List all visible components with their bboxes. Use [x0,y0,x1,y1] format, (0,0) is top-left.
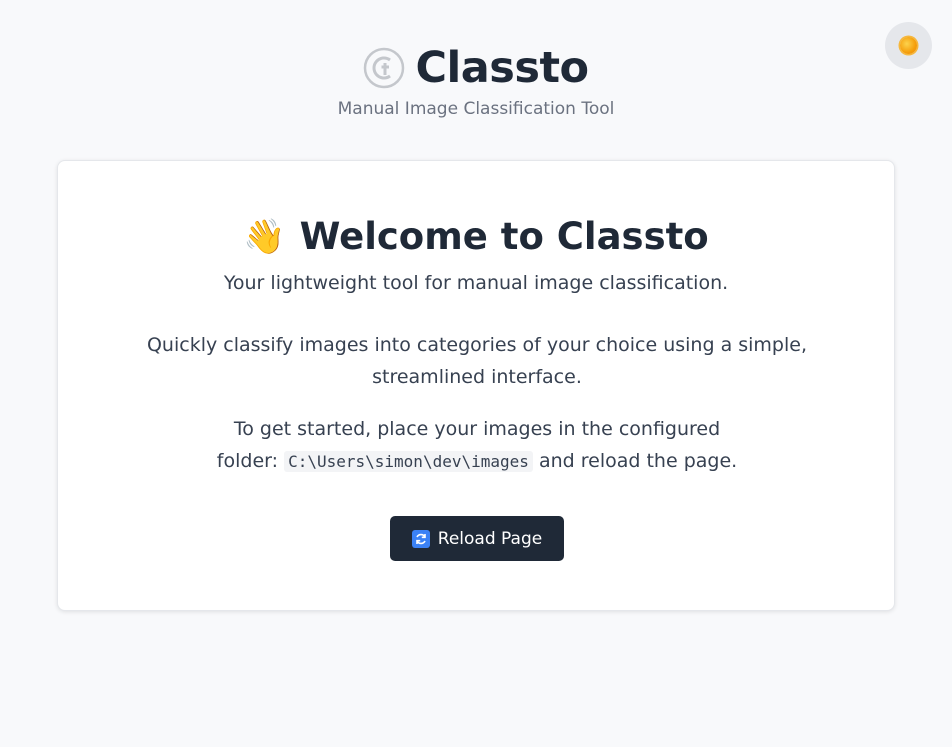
refresh-icon [411,529,430,548]
reload-page-button[interactable]: Reload Page [390,516,564,561]
welcome-heading: 👋 Welcome to Classto [58,213,894,261]
welcome-card: 👋 Welcome to Classto Your lightweight to… [57,160,895,611]
welcome-description: Quickly classify images into categories … [146,334,808,388]
welcome-title: Welcome to Classto [299,215,709,258]
app-header: Classto Manual Image Classification Tool [0,42,952,120]
folder-path: C:\Users\simon\dev\images [284,451,533,472]
ct-logo-icon [364,47,405,89]
instructions-suffix: and reload the page. [538,450,738,472]
reload-button-label: Reload Page [437,528,543,549]
setup-instructions: To get started, place your images in the… [206,413,748,478]
brand-row: Classto [0,42,952,94]
welcome-tagline: Your lightweight tool for manual image c… [223,272,729,294]
app-title: Classto [415,43,589,93]
waving-hand-icon: 👋 [243,217,286,257]
app-subtitle: Manual Image Classification Tool [337,99,615,119]
